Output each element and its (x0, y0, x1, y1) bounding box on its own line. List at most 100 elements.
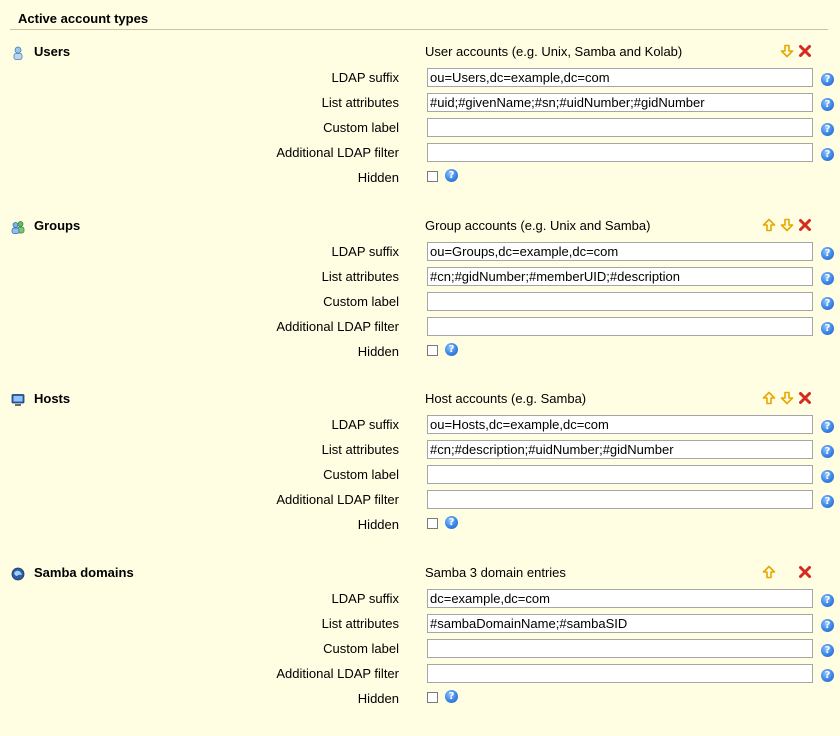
ldap-suffix-input[interactable] (427, 415, 813, 434)
user-icon (11, 46, 25, 60)
ldap-filter-input[interactable] (427, 143, 813, 162)
delete-icon[interactable] (798, 391, 812, 405)
ldap-filter-label: Additional LDAP filter (276, 666, 399, 681)
help-icon[interactable]: ? (821, 73, 834, 86)
ldap-filter-label: Additional LDAP filter (276, 319, 399, 334)
delete-icon[interactable] (798, 44, 812, 58)
custom-label-label: Custom label (323, 641, 399, 656)
ldap-filter-label: Additional LDAP filter (276, 145, 399, 160)
ldap-suffix-row: LDAP suffix? (0, 240, 840, 265)
account-type-description: Group accounts (e.g. Unix and Samba) (425, 218, 651, 233)
ldap-filter-row: Additional LDAP filter? (0, 141, 840, 166)
help-icon[interactable]: ? (821, 123, 834, 136)
list-attributes-row: List attributes? (0, 265, 840, 290)
hidden-checkbox[interactable] (427, 345, 438, 356)
move-up-icon[interactable] (762, 391, 776, 405)
hidden-label: Hidden (357, 170, 399, 185)
custom-label-input[interactable] (427, 639, 813, 658)
account-type-description: User accounts (e.g. Unix, Samba and Kola… (425, 44, 683, 59)
account-type-name: Samba domains (34, 565, 134, 580)
list-attributes-input[interactable] (427, 93, 813, 112)
hidden-row: Hidden? (0, 340, 840, 365)
hidden-checkbox[interactable] (427, 518, 438, 529)
ldap-filter-row: Additional LDAP filter? (0, 315, 840, 340)
help-icon[interactable]: ? (821, 322, 834, 335)
list-attributes-input[interactable] (427, 614, 813, 633)
ldap-suffix-label: LDAP suffix (331, 417, 399, 432)
help-icon[interactable]: ? (821, 297, 834, 310)
hidden-row: Hidden? (0, 166, 840, 191)
help-icon[interactable]: ? (445, 169, 458, 182)
custom-label-input[interactable] (427, 465, 813, 484)
help-icon[interactable]: ? (821, 644, 834, 657)
account-type-name: Users (34, 44, 71, 59)
ldap-filter-row: Additional LDAP filter? (0, 488, 840, 513)
hidden-label: Hidden (357, 344, 399, 359)
help-icon[interactable]: ? (821, 669, 834, 682)
list-attributes-input[interactable] (427, 440, 813, 459)
delete-icon[interactable] (798, 565, 812, 579)
host-icon (11, 393, 25, 407)
custom-label-label: Custom label (323, 120, 399, 135)
ldap-suffix-label: LDAP suffix (331, 591, 399, 606)
hidden-checkbox[interactable] (427, 171, 438, 182)
help-icon[interactable]: ? (821, 445, 834, 458)
account-type-name: Groups (34, 218, 81, 233)
list-attributes-label: List attributes (321, 269, 399, 284)
list-attributes-row: List attributes? (0, 612, 840, 637)
section-divider (10, 29, 828, 30)
help-icon[interactable]: ? (821, 495, 834, 508)
ldap-suffix-input[interactable] (427, 68, 813, 87)
custom-label-row: Custom label? (0, 637, 840, 662)
hidden-label: Hidden (357, 517, 399, 532)
help-icon[interactable]: ? (821, 148, 834, 161)
move-up-icon[interactable] (762, 218, 776, 232)
ldap-suffix-label: LDAP suffix (331, 244, 399, 259)
ldap-filter-label: Additional LDAP filter (276, 492, 399, 507)
help-icon[interactable]: ? (821, 594, 834, 607)
custom-label-label: Custom label (323, 294, 399, 309)
list-attributes-label: List attributes (321, 95, 399, 110)
custom-label-input[interactable] (427, 292, 813, 311)
move-up-icon[interactable] (762, 565, 776, 579)
move-down-icon[interactable] (780, 44, 794, 58)
help-icon[interactable]: ? (821, 420, 834, 433)
ldap-suffix-label: LDAP suffix (331, 70, 399, 85)
ldap-suffix-row: LDAP suffix? (0, 66, 840, 91)
help-icon[interactable]: ? (445, 343, 458, 356)
help-icon[interactable]: ? (821, 272, 834, 285)
help-icon[interactable]: ? (821, 470, 834, 483)
hidden-row: Hidden? (0, 687, 840, 712)
custom-label-row: Custom label? (0, 116, 840, 141)
help-icon[interactable]: ? (445, 516, 458, 529)
ldap-filter-input[interactable] (427, 317, 813, 336)
list-attributes-row: List attributes? (0, 438, 840, 463)
hidden-label: Hidden (357, 691, 399, 706)
list-attributes-row: List attributes? (0, 91, 840, 116)
custom-label-row: Custom label? (0, 463, 840, 488)
ldap-filter-input[interactable] (427, 490, 813, 509)
account-type-description: Host accounts (e.g. Samba) (425, 391, 587, 406)
account-type-hosts: Hosts Host accounts (e.g. Samba) LDAP suff… (0, 388, 840, 562)
help-icon[interactable]: ? (821, 619, 834, 632)
custom-label-label: Custom label (323, 467, 399, 482)
ldap-filter-row: Additional LDAP filter? (0, 662, 840, 687)
ldap-suffix-row: LDAP suffix? (0, 587, 840, 612)
list-attributes-label: List attributes (321, 616, 399, 631)
ldap-suffix-input[interactable] (427, 589, 813, 608)
custom-label-input[interactable] (427, 118, 813, 137)
hidden-checkbox[interactable] (427, 692, 438, 703)
ldap-filter-input[interactable] (427, 664, 813, 683)
delete-icon[interactable] (798, 218, 812, 232)
help-icon[interactable]: ? (445, 690, 458, 703)
ldap-suffix-input[interactable] (427, 242, 813, 261)
list-attributes-input[interactable] (427, 267, 813, 286)
account-type-groups: Groups Group accounts (e.g. Unix and Samb… (0, 215, 840, 389)
list-attributes-label: List attributes (321, 442, 399, 457)
group-icon (11, 220, 25, 234)
move-down-icon[interactable] (780, 218, 794, 232)
custom-label-row: Custom label? (0, 290, 840, 315)
help-icon[interactable]: ? (821, 98, 834, 111)
help-icon[interactable]: ? (821, 247, 834, 260)
move-down-icon[interactable] (780, 391, 794, 405)
